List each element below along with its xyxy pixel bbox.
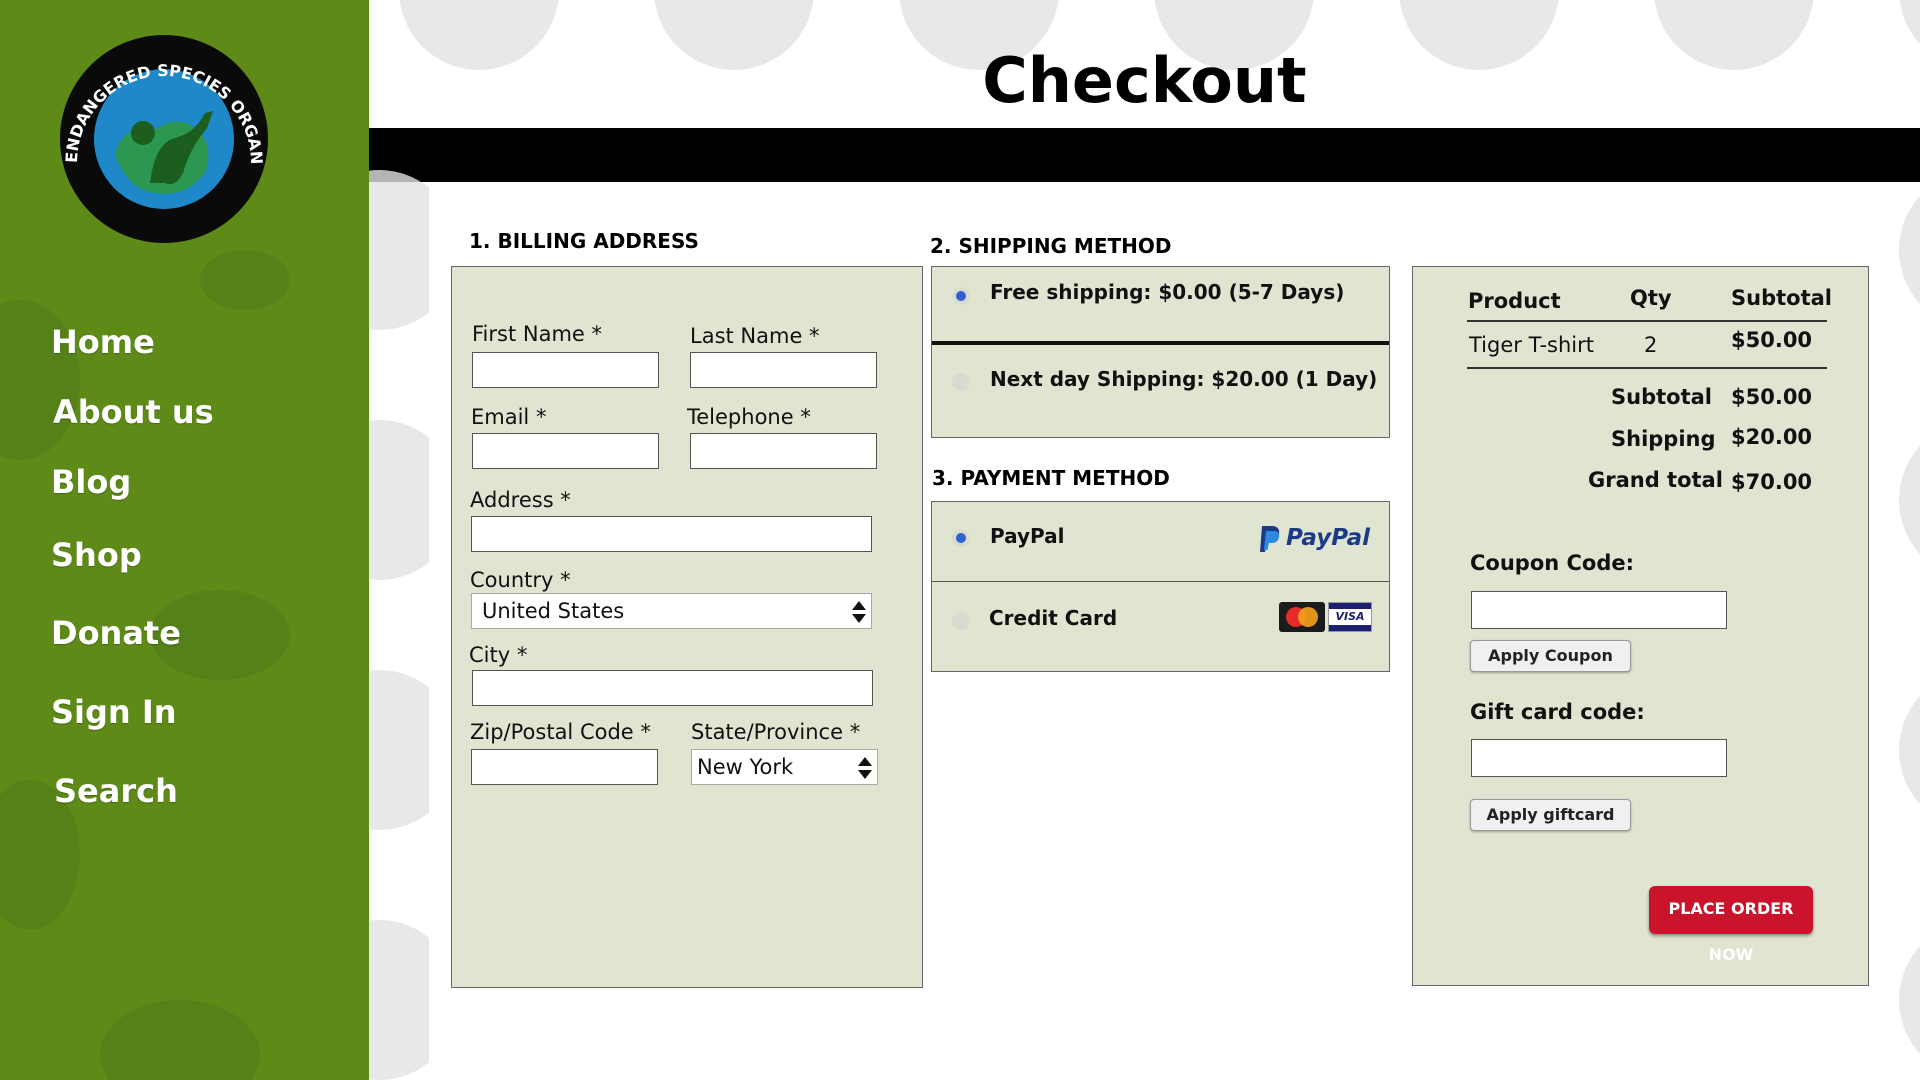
shipping-option-free[interactable]: Free shipping: $0.00 (5-7 Days)	[932, 267, 1389, 345]
select-arrows-icon	[858, 757, 872, 779]
background-decoration	[1899, 920, 1920, 1080]
payment-section-title: 3. PAYMENT METHOD	[932, 466, 1170, 490]
header-product: Product	[1468, 289, 1561, 313]
background-decoration	[1899, 420, 1920, 580]
paypal-radio[interactable]	[952, 529, 970, 547]
table-divider	[1467, 320, 1827, 322]
payment-panel: PayPal PayPal Credit Card VISA	[931, 501, 1390, 672]
nav-search[interactable]: Search	[54, 772, 178, 810]
organization-logo[interactable]: ENDANGERED SPECIES ORGANIZATION	[48, 18, 273, 245]
shipping-free-label: Free shipping: $0.00 (5-7 Days)	[990, 280, 1345, 304]
nav-blog[interactable]: Blog	[51, 463, 131, 501]
background-decoration	[1899, 170, 1920, 330]
background-decoration	[1899, 670, 1920, 830]
zip-label: Zip/Postal Code *	[470, 720, 651, 744]
paypal-logo: PayPal	[1258, 524, 1382, 556]
totals-grand-value: $70.00	[1731, 470, 1813, 494]
totals-subtotal-value: $50.00	[1731, 385, 1813, 409]
city-label: City *	[469, 643, 528, 667]
silhouette-decoration	[100, 1000, 260, 1080]
telephone-input[interactable]	[690, 433, 877, 469]
nav-shop[interactable]: Shop	[51, 536, 142, 574]
header-qty: Qty	[1630, 286, 1672, 310]
totals-grand-label: Grand total	[1588, 468, 1723, 492]
coupon-input[interactable]	[1471, 591, 1727, 629]
sidebar: ENDANGERED SPECIES ORGANIZATION Home Abo…	[0, 0, 369, 1080]
first-name-input[interactable]	[472, 352, 659, 388]
shipping-option-next-day[interactable]: Next day Shipping: $20.00 (1 Day)	[932, 349, 1389, 437]
credit-card-label: Credit Card	[989, 606, 1118, 630]
payment-option-credit-card[interactable]: Credit Card VISA	[932, 584, 1389, 672]
credit-card-radio[interactable]	[952, 612, 970, 630]
totals-subtotal-label: Subtotal	[1611, 385, 1712, 409]
address-label: Address *	[470, 488, 571, 512]
silhouette-decoration	[200, 250, 290, 310]
telephone-label: Telephone *	[687, 405, 811, 429]
mastercard-icon	[1279, 602, 1325, 632]
first-name-label: First Name *	[472, 322, 602, 346]
payment-option-paypal[interactable]: PayPal PayPal	[932, 502, 1389, 582]
table-divider	[1467, 367, 1827, 369]
apply-coupon-button[interactable]: Apply Coupon	[1470, 640, 1631, 672]
billing-panel: First Name * Last Name * Email * Telepho…	[451, 266, 923, 988]
totals-shipping-value: $20.00	[1731, 425, 1813, 449]
paypal-label: PayPal	[990, 524, 1065, 548]
item-product: Tiger T-shirt	[1469, 333, 1595, 357]
nav-sign-in[interactable]: Sign In	[51, 693, 177, 731]
state-select[interactable]: New York	[691, 749, 878, 785]
paypal-logo-text: PayPal	[1286, 525, 1370, 551]
state-select-value: New York	[697, 755, 794, 779]
select-arrows-icon	[852, 601, 866, 623]
billing-section-title: 1. BILLING ADDRESS	[469, 229, 699, 253]
giftcard-input[interactable]	[1471, 739, 1727, 777]
place-order-button[interactable]: PLACE ORDER NOW	[1649, 886, 1813, 964]
main-content: Checkout 1. BILLING ADDRESS First Name *…	[369, 0, 1920, 1080]
apply-giftcard-button[interactable]: Apply giftcard	[1470, 799, 1631, 831]
order-summary-panel: Product Qty Subtotal Tiger T-shirt 2 $50…	[1412, 266, 1869, 986]
shipping-panel: Free shipping: $0.00 (5-7 Days) Next day…	[931, 266, 1390, 438]
shipping-free-radio[interactable]	[952, 287, 970, 305]
header-subtotal: Subtotal	[1731, 286, 1832, 310]
last-name-input[interactable]	[690, 352, 877, 388]
country-label: Country *	[470, 568, 571, 592]
country-select[interactable]: United States	[471, 593, 872, 629]
item-qty: 2	[1644, 333, 1658, 357]
paypal-p-icon	[1260, 526, 1280, 552]
zip-input[interactable]	[471, 749, 658, 785]
shipping-next-day-radio[interactable]	[952, 373, 970, 391]
email-label: Email *	[471, 405, 547, 429]
nav-donate[interactable]: Donate	[51, 614, 181, 652]
address-input[interactable]	[471, 516, 872, 552]
nav-about-us[interactable]: About us	[53, 393, 214, 431]
last-name-label: Last Name *	[690, 324, 820, 348]
state-label: State/Province *	[691, 720, 861, 744]
title-bar	[369, 128, 1920, 182]
giftcard-label: Gift card code:	[1470, 700, 1645, 724]
email-input[interactable]	[472, 433, 659, 469]
coupon-label: Coupon Code:	[1470, 551, 1635, 575]
item-subtotal: $50.00	[1731, 328, 1813, 352]
shipping-next-day-label: Next day Shipping: $20.00 (1 Day)	[990, 367, 1378, 391]
totals-shipping-label: Shipping	[1611, 427, 1716, 451]
visa-icon-text: VISA	[1335, 610, 1365, 623]
city-input[interactable]	[472, 670, 873, 706]
page-title: Checkout	[982, 44, 1307, 117]
country-select-value: United States	[482, 599, 625, 623]
nav-home[interactable]: Home	[51, 323, 155, 361]
shipping-section-title: 2. SHIPPING METHOD	[930, 234, 1172, 258]
visa-icon: VISA	[1328, 602, 1372, 632]
